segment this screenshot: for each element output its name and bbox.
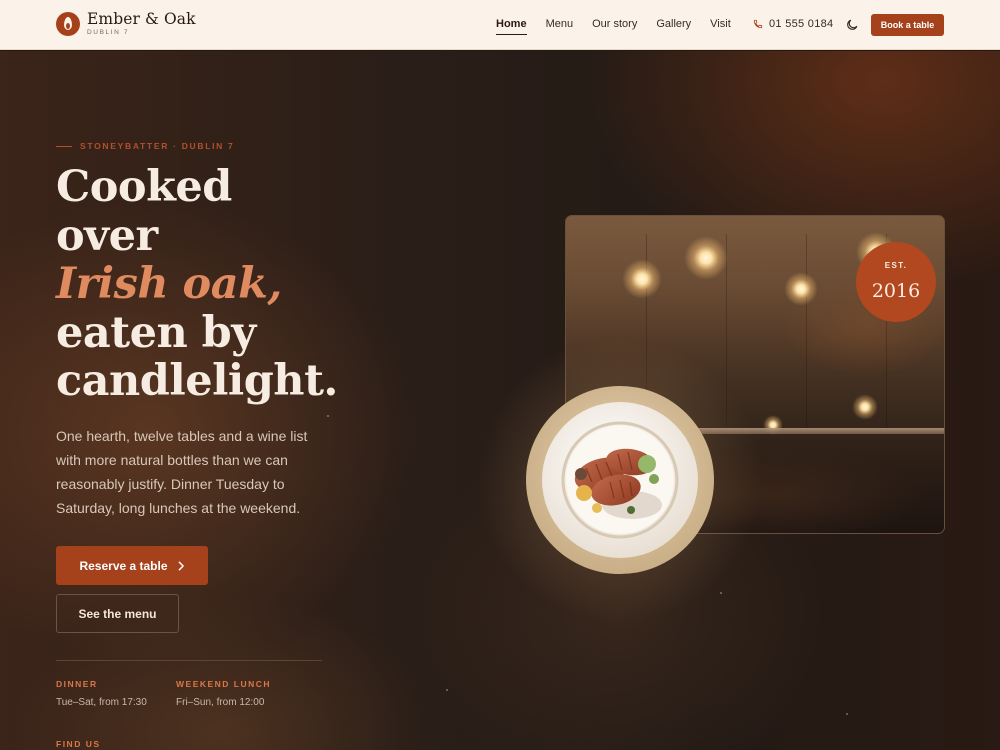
lamp-light <box>784 272 818 306</box>
info-label: WEEKEND LUNCH <box>176 679 272 689</box>
brand-name: Ember & Oak <box>87 10 196 28</box>
dust-particle <box>846 713 848 715</box>
headline-accent: Irish oak, <box>56 259 282 309</box>
lamp-light <box>622 259 662 299</box>
nav-gallery[interactable]: Gallery <box>656 18 691 30</box>
brand-subtitle: DUBLIN 7 <box>87 28 130 36</box>
eyebrow-rule <box>56 145 72 147</box>
flame-logo-icon <box>56 12 80 36</box>
info-find-us: FIND US <box>56 739 101 749</box>
headline-line-4: eaten by <box>56 307 256 358</box>
headline-line-5: candlelight. <box>56 356 338 406</box>
site-header: Ember & Oak DUBLIN 7 Home Menu Our story… <box>0 0 1000 50</box>
info-value: Fri–Sun, from 12:00 <box>176 697 265 708</box>
hero-eyebrow: STONEYBATTER · DUBLIN 7 <box>56 141 235 151</box>
reserve-table-button[interactable]: Reserve a table <box>56 546 208 585</box>
headline-line-1: Cooked <box>56 162 232 212</box>
nav-our-story[interactable]: Our story <box>592 18 637 30</box>
established-badge: EST. 2016 <box>856 242 936 322</box>
chevron-right-icon <box>178 561 184 570</box>
info-divider <box>56 660 322 661</box>
info-label: FIND US <box>56 739 101 749</box>
eyebrow-text: STONEYBATTER · DUBLIN 7 <box>80 141 235 151</box>
info-dinner: DINNER Tue–Sat, from 17:30 <box>56 679 147 708</box>
dust-particle <box>327 415 329 417</box>
book-table-button[interactable]: Book a table <box>871 14 944 36</box>
see-menu-button[interactable]: See the menu <box>56 594 179 633</box>
hero-headline: Cooked over Irish oak, eaten by candleli… <box>56 163 338 406</box>
brand-logo[interactable]: Ember & Oak DUBLIN 7 <box>56 10 196 36</box>
nav-menu[interactable]: Menu <box>546 18 574 30</box>
info-value: Tue–Sat, from 17:30 <box>56 697 147 708</box>
headline-line-2: over <box>56 210 158 261</box>
phone-number: 01 555 0184 <box>769 18 834 30</box>
phone-link[interactable]: 01 555 0184 <box>753 18 833 30</box>
nav-visit[interactable]: Visit <box>710 18 731 30</box>
hero-lede: One hearth, twelve tables and a wine lis… <box>56 428 308 516</box>
main-nav: Home Menu Our story Gallery Visit <box>496 18 750 35</box>
lamp-light <box>684 236 728 280</box>
badge-label: EST. <box>884 261 908 270</box>
phone-icon <box>753 19 763 29</box>
plated-dish-image <box>526 386 714 574</box>
info-weekend-lunch: WEEKEND LUNCH Fri–Sun, from 12:00 <box>176 679 271 708</box>
info-label: DINNER <box>56 679 98 689</box>
badge-year: 2016 <box>871 280 921 302</box>
lamp-light <box>852 394 878 420</box>
nav-home[interactable]: Home <box>496 18 527 35</box>
dust-particle <box>446 689 448 691</box>
reserve-table-label: Reserve a table <box>79 558 168 573</box>
moon-icon[interactable] <box>845 18 859 32</box>
